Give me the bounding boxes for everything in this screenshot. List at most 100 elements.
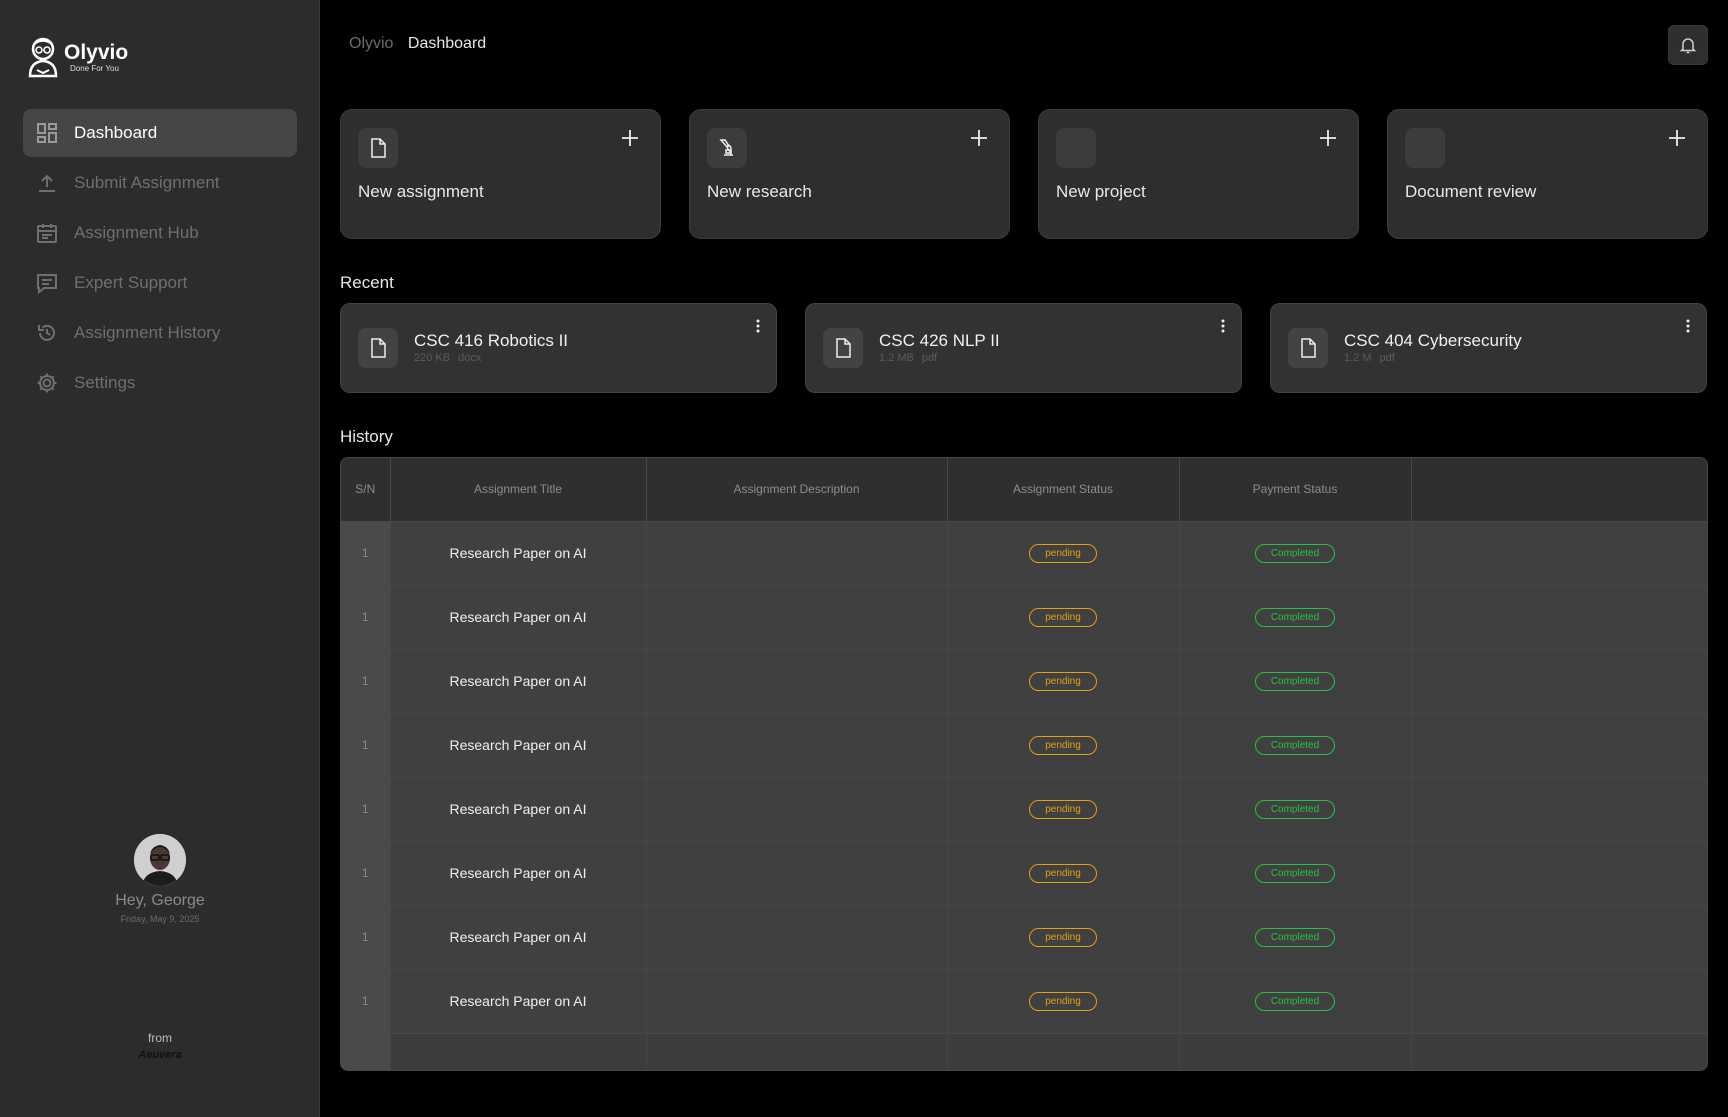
cell-empty <box>1179 1032 1412 1070</box>
status-badge: pending <box>1029 928 1097 947</box>
cell-description <box>646 648 948 713</box>
status-badge: pending <box>1029 672 1097 691</box>
table-row[interactable]: 1 Research Paper on AI pending Completed <box>341 968 1707 1033</box>
payment-badge: Completed <box>1254 928 1336 947</box>
user-profile: Hey, George Friday, May 9, 2025 <box>0 834 320 924</box>
column-header-sn[interactable]: S/N <box>341 458 391 521</box>
recent-file-title: CSC 426 NLP II <box>879 331 1000 350</box>
cell-title: Research Paper on AI <box>390 840 647 905</box>
cell-sn: 1 <box>341 776 391 841</box>
table-row[interactable]: 1 Research Paper on AI pending Completed <box>341 520 1707 585</box>
cell-empty <box>1411 968 1707 1033</box>
table-row[interactable]: 1 Research Paper on AI pending Completed <box>341 776 1707 841</box>
breadcrumb: Olyvio Dashboard <box>349 35 486 53</box>
status-badge: pending <box>1029 608 1097 627</box>
sidebar-item-assignment-history[interactable]: Assignment History <box>23 309 297 357</box>
table-row[interactable]: 1 Research Paper on AI pending Completed <box>341 584 1707 649</box>
more-vertical-icon[interactable] <box>1219 318 1227 334</box>
file-type: pdf <box>1379 352 1395 364</box>
sidebar-item-label: Dashboard <box>74 123 158 142</box>
cell-payment: Completed <box>1179 520 1412 585</box>
cell-empty <box>390 1032 647 1070</box>
cell-empty <box>1411 584 1707 649</box>
history-icon <box>36 322 58 344</box>
table-row[interactable]: 1 Research Paper on AI pending Completed <box>341 840 1707 905</box>
sidebar-item-settings[interactable]: Settings <box>23 359 297 407</box>
sidebar-item-label: Assignment History <box>74 323 221 342</box>
cell-sn: 1 <box>341 712 391 777</box>
breadcrumb-current: Dashboard <box>407 35 487 52</box>
column-header-payment[interactable]: Payment Status <box>1179 458 1412 521</box>
table-row[interactable]: 1 Research Paper on AI pending Completed <box>341 904 1707 969</box>
cell-status: pending <box>947 904 1180 969</box>
cell-sn <box>341 1032 391 1070</box>
table-filler-row <box>341 1032 1707 1070</box>
more-vertical-icon[interactable] <box>754 318 762 334</box>
plus-icon[interactable] <box>620 128 640 148</box>
cell-payment: Completed <box>1179 584 1412 649</box>
sidebar-item-submit-assignment[interactable]: Submit Assignment <box>23 159 297 207</box>
cell-title: Research Paper on AI <box>390 712 647 777</box>
recent-file-card[interactable]: CSC 416 Robotics II 220 KB docx <box>340 303 777 393</box>
sidebar-item-expert-support[interactable]: Expert Support <box>23 259 297 307</box>
sidebar-item-label: Assignment Hub <box>74 223 199 242</box>
cell-status: pending <box>947 968 1180 1033</box>
cell-status: pending <box>947 584 1180 649</box>
quick-action-document-review[interactable]: Document review <box>1387 109 1708 239</box>
cell-status: pending <box>947 840 1180 905</box>
file-icon <box>358 328 398 368</box>
recent-file-meta: 220 KB docx <box>414 352 481 364</box>
cell-sn: 1 <box>341 904 391 969</box>
sidebar-item-dashboard[interactable]: Dashboard <box>23 109 297 157</box>
breadcrumb-root[interactable]: Olyvio <box>349 35 393 52</box>
cell-description <box>646 520 948 585</box>
cell-empty <box>1411 840 1707 905</box>
sidebar: Olyvio Done For You Dashboard Submit Ass… <box>0 0 320 1117</box>
dashboard-icon <box>36 122 58 144</box>
logo-mascot-icon <box>28 37 58 78</box>
cell-title: Research Paper on AI <box>390 904 647 969</box>
app-name: Olyvio <box>64 41 129 64</box>
cell-payment: Completed <box>1179 648 1412 713</box>
cell-title: Research Paper on AI <box>390 776 647 841</box>
recent-file-card[interactable]: CSC 426 NLP II 1.2 MB pdf <box>805 303 1242 393</box>
quick-action-new-project[interactable]: New project <box>1038 109 1359 239</box>
table-row[interactable]: 1 Research Paper on AI pending Completed <box>341 712 1707 777</box>
sidebar-item-label: Expert Support <box>74 273 188 292</box>
cell-payment: Completed <box>1179 904 1412 969</box>
user-greeting: Hey, George <box>115 892 205 909</box>
plus-icon[interactable] <box>1318 128 1338 148</box>
cell-description <box>646 712 948 777</box>
cell-title: Research Paper on AI <box>390 968 647 1033</box>
file-type: docx <box>458 352 482 364</box>
recent-file-title: CSC 416 Robotics II <box>414 331 569 350</box>
recent-file-card[interactable]: CSC 404 Cybersecurity 1.2 M pdf <box>1270 303 1707 393</box>
column-header-description[interactable]: Assignment Description <box>646 458 948 521</box>
cell-payment: Completed <box>1179 776 1412 841</box>
payment-badge: Completed <box>1254 608 1336 627</box>
cell-description <box>646 968 948 1033</box>
column-header-status[interactable]: Assignment Status <box>947 458 1180 521</box>
status-badge: pending <box>1029 736 1097 755</box>
avatar[interactable] <box>134 834 186 886</box>
quick-action-new-assignment[interactable]: New assignment <box>340 109 661 239</box>
file-icon <box>358 128 398 168</box>
cell-description <box>646 904 948 969</box>
quick-action-new-research[interactable]: New research <box>689 109 1010 239</box>
app-tagline: Done For You <box>70 64 119 73</box>
app-logo[interactable]: Olyvio Done For You <box>26 36 128 80</box>
plus-icon[interactable] <box>969 128 989 148</box>
cell-sn: 1 <box>341 648 391 713</box>
more-vertical-icon[interactable] <box>1684 318 1692 334</box>
sidebar-item-assignment-hub[interactable]: Assignment Hub <box>23 209 297 257</box>
cell-empty <box>1411 904 1707 969</box>
file-icon <box>823 328 863 368</box>
notifications-button[interactable] <box>1668 25 1708 65</box>
quick-action-label: New assignment <box>358 182 484 201</box>
calendar-icon <box>36 222 58 244</box>
column-header-title[interactable]: Assignment Title <box>390 458 647 521</box>
plus-icon[interactable] <box>1667 128 1687 148</box>
table-row[interactable]: 1 Research Paper on AI pending Completed <box>341 648 1707 713</box>
cell-description <box>646 584 948 649</box>
cell-empty <box>1411 712 1707 777</box>
